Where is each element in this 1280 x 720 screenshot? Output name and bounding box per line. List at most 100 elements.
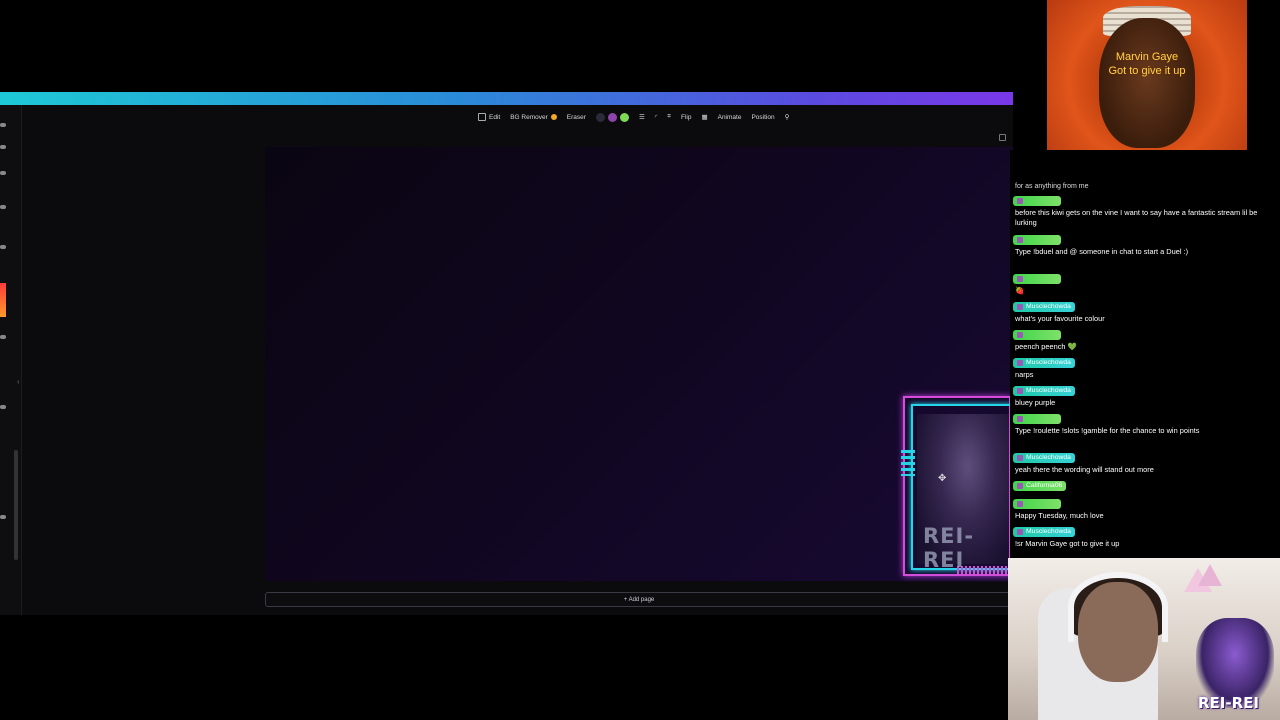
menu-lines-icon: ☰ (638, 114, 645, 121)
user-badge-icon (1017, 237, 1023, 243)
panel-scrollbar[interactable] (14, 450, 18, 560)
user-badge-icon (1017, 455, 1023, 461)
edit-button[interactable]: Edit (478, 113, 500, 121)
chat-message: before this kiwi gets on the vine I want… (1010, 196, 1272, 229)
chat-username-text: Musclechowda (1026, 302, 1071, 310)
chat-message-text: before this kiwi gets on the vine I want… (1015, 207, 1258, 228)
rail-icon[interactable] (0, 123, 6, 127)
color-swatch-strip[interactable] (0, 283, 6, 317)
chat-message: 🍓 (1010, 274, 1272, 296)
color-swatch[interactable] (607, 112, 617, 122)
move-cursor-icon: ✥ (938, 473, 947, 484)
chat-username[interactable] (1013, 196, 1061, 206)
song-caption: Marvin Gaye Got to give it up (1047, 50, 1247, 78)
eraser-button[interactable]: Eraser (567, 114, 586, 121)
left-side-panel: ‹ (0, 105, 22, 615)
singer-face-image (1099, 18, 1195, 148)
stream-frame-graphic[interactable]: REI-REI (901, 394, 1013, 580)
frame-side-bars (901, 450, 915, 476)
corner-rounding-button[interactable]: ◜ (655, 113, 658, 121)
chat-message: Musclechowda bluey purple (1010, 386, 1272, 408)
chat-message-text: what's your favourite colour (1015, 313, 1105, 323)
editor-header-bar (0, 92, 1013, 105)
user-badge-icon (1017, 529, 1023, 535)
chat-username-text: Musclechowda (1026, 453, 1071, 461)
bg-remover-button[interactable]: BG Remover (510, 114, 557, 121)
chat-username-text: Musclechowda (1026, 527, 1071, 535)
paint-roller-icon: ⚲ (784, 114, 790, 121)
chat-username-text: California06 (1026, 481, 1063, 489)
chat-username[interactable]: Musclechowda (1013, 386, 1075, 396)
transparency-button[interactable]: ▦ (701, 113, 707, 121)
chat-message: Musclechowda what's your favourite colour (1010, 302, 1272, 324)
frame-logo: REI-REI (923, 524, 975, 572)
song-title: Got to give it up (1108, 65, 1186, 77)
design-editor-window: ‹ Edit BG Remover Eraser ☰ ◜ ⌗ Flip ▦ An… (0, 92, 1013, 615)
lock-icon[interactable] (999, 134, 1006, 141)
checkerboard-icon: ▦ (701, 114, 708, 121)
chat-message: Musclechowda yeah there the wording will … (1010, 453, 1272, 475)
color-swatch[interactable] (595, 112, 605, 122)
channel-logo: REI-REI (1198, 694, 1259, 712)
chat-message-text: peench peench 💚 (1015, 341, 1077, 351)
chat-username[interactable]: Musclechowda (1013, 527, 1075, 537)
rail-icon[interactable] (0, 245, 6, 249)
user-badge-icon (1017, 332, 1023, 338)
line-style-button[interactable]: ☰ (639, 113, 645, 121)
animate-button[interactable]: Animate (718, 114, 742, 121)
user-badge-icon (1017, 416, 1023, 422)
chat-username[interactable]: Musclechowda (1013, 453, 1075, 463)
user-badge-icon (1017, 276, 1023, 282)
curve-icon: ◜ (654, 114, 658, 121)
chat-message-text: yeah there the wording will stand out mo… (1015, 464, 1154, 474)
chat-message-text: bluey purple (1015, 397, 1056, 407)
chat-message-text: Happy Tuesday, much love (1015, 510, 1104, 520)
rail-icon[interactable] (0, 405, 6, 409)
color-swatches (595, 112, 629, 122)
cat-ear-right (1198, 564, 1222, 586)
chat-message-text: 🍓 (1015, 285, 1025, 295)
chat-username[interactable] (1013, 235, 1061, 245)
chat-message-text: narps (1015, 369, 1034, 379)
chat-message: California06 (1010, 481, 1272, 493)
chat-message-text: Type !bduel and @ someone in chat to sta… (1015, 246, 1189, 256)
color-swatch[interactable] (619, 112, 629, 122)
position-button[interactable]: Position (751, 114, 774, 121)
user-badge-icon (1017, 501, 1023, 507)
chat-message-text: for as anything from me (1015, 183, 1089, 190)
crown-badge-icon (550, 114, 557, 120)
user-badge-icon (1017, 388, 1023, 394)
rail-icon[interactable] (0, 145, 6, 149)
chat-username[interactable]: Musclechowda (1013, 302, 1075, 312)
flip-button[interactable]: Flip (681, 114, 691, 121)
user-badge-icon (1017, 360, 1023, 366)
crop-button[interactable]: ⌗ (667, 113, 671, 121)
user-badge-icon (1017, 304, 1023, 310)
copy-style-button[interactable]: ⚲ (785, 113, 790, 121)
rail-icon[interactable] (0, 171, 6, 175)
chat-username-text: Musclechowda (1026, 358, 1071, 366)
chat-username[interactable] (1013, 414, 1061, 424)
crop-icon: ⌗ (667, 113, 671, 120)
chat-username[interactable]: California06 (1013, 481, 1067, 491)
chat-message-text: Type !roulette !slots !gamble for the ch… (1015, 425, 1200, 435)
chat-username[interactable] (1013, 274, 1061, 284)
chat-message: Happy Tuesday, much love (1010, 499, 1272, 521)
chat-username[interactable]: Musclechowda (1013, 358, 1075, 368)
headset (1068, 572, 1168, 642)
chat-message: Type !roulette !slots !gamble for the ch… (1010, 414, 1272, 436)
chat-message: Musclechowda narps (1010, 358, 1272, 380)
chat-username-text: Musclechowda (1026, 386, 1071, 394)
add-page-button[interactable]: + Add page (265, 592, 1013, 607)
collapse-panel-icon[interactable]: ‹ (17, 377, 20, 386)
user-badge-icon (1017, 198, 1023, 204)
chat-message: Musclechowda !sr Marvin Gaye got to give … (1010, 527, 1272, 549)
chat-overlay: for as anything from me before this kiwi… (1010, 150, 1280, 560)
chat-username[interactable] (1013, 330, 1061, 340)
rail-icon[interactable] (0, 515, 6, 519)
rail-icon[interactable] (0, 205, 6, 209)
image-edit-icon (478, 113, 486, 121)
chat-message-text: !sr Marvin Gaye got to give it up (1015, 538, 1120, 548)
rail-icon[interactable] (0, 335, 6, 339)
chat-username[interactable] (1013, 499, 1061, 509)
